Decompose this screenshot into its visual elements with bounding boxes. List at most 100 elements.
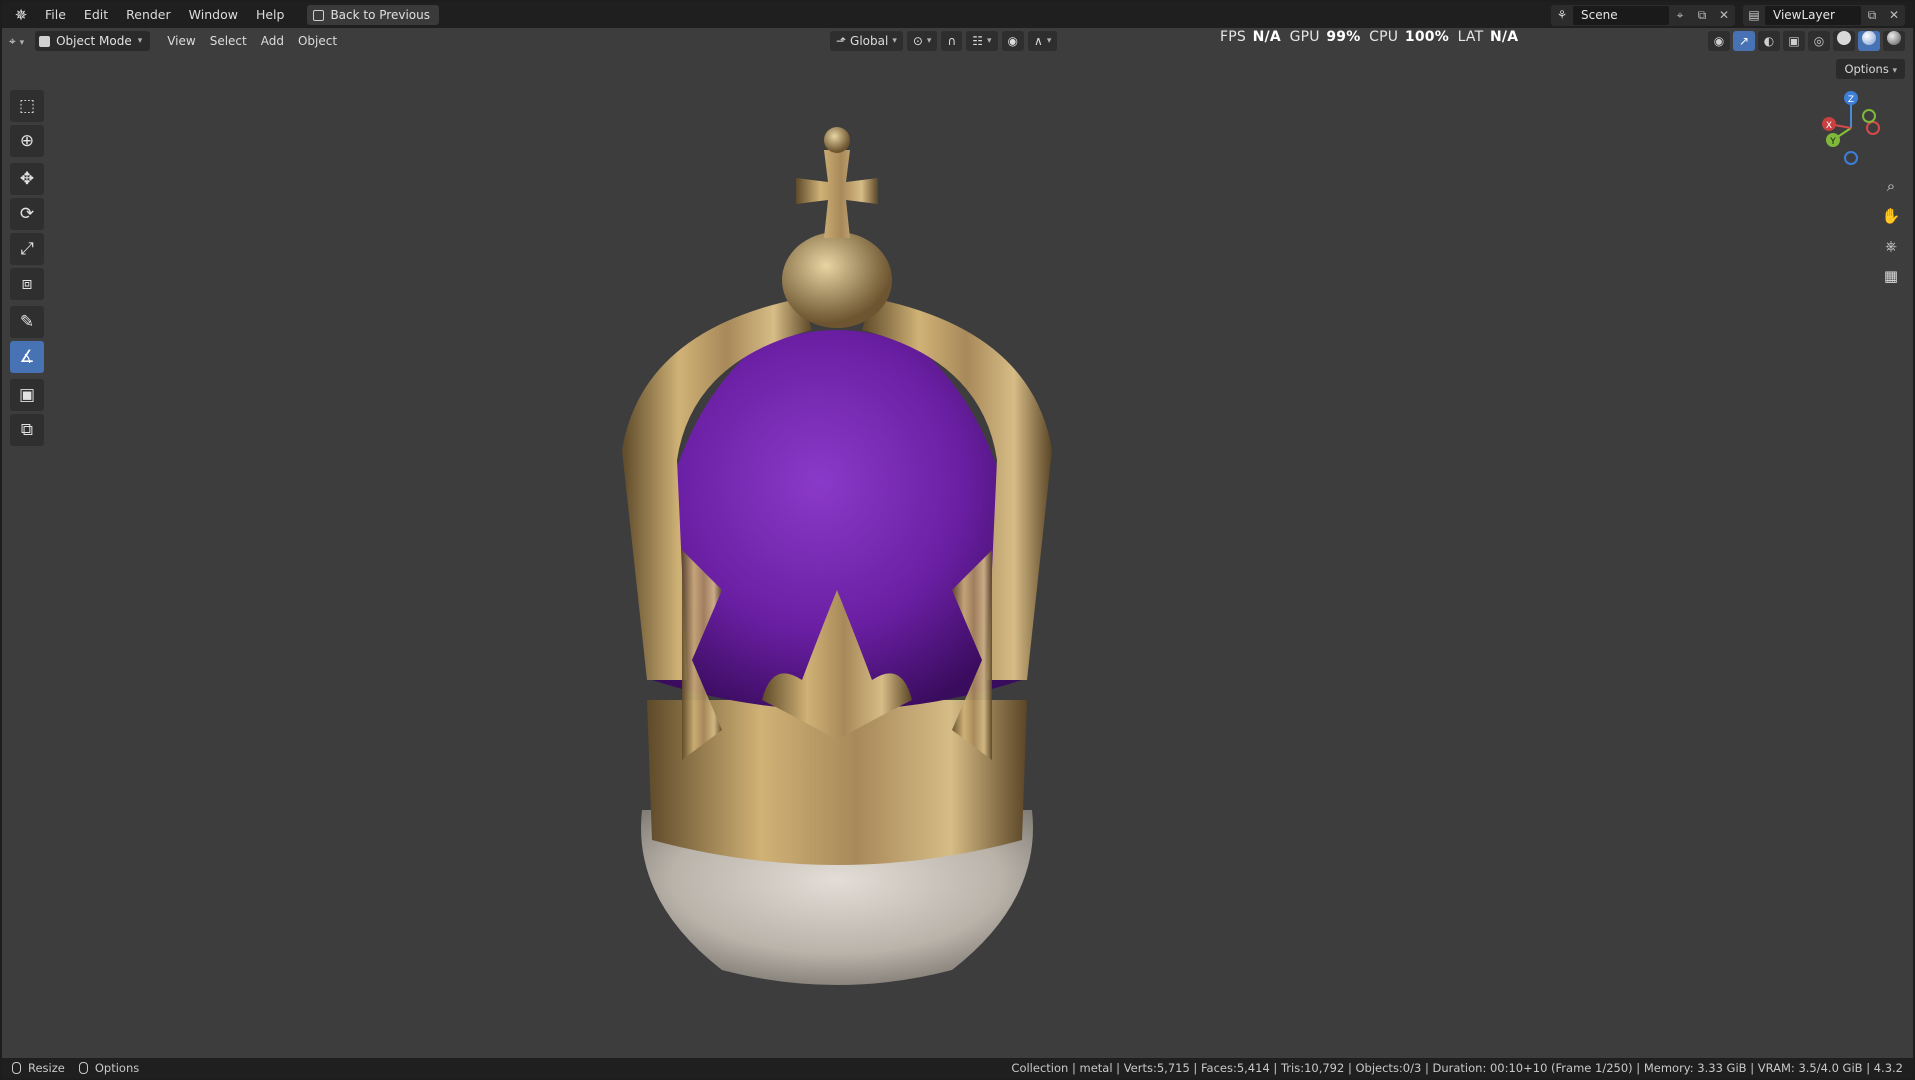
resize-hint: Resize (28, 1061, 65, 1075)
delete-view-layer-icon[interactable]: ✕ (1883, 8, 1905, 22)
crown-model (622, 127, 1052, 985)
zoom-button[interactable]: ⌕ (1879, 174, 1903, 198)
gpu-label: GPU (1289, 29, 1320, 45)
scale-tool[interactable]: ⤢ (10, 233, 44, 265)
rotate-tool[interactable]: ⟳ (10, 198, 44, 230)
neg-y-handle[interactable] (1862, 109, 1876, 123)
scale-icon: ⤢ (20, 239, 34, 259)
rendered-icon (1887, 31, 1901, 45)
scene-selector[interactable]: ⚘ Scene ⌖ ⧉ ✕ (1551, 4, 1735, 26)
view-layer-icon: ▤ (1748, 8, 1760, 22)
neg-z-handle[interactable] (1844, 151, 1858, 165)
proportional-icon: ◉ (1007, 34, 1019, 48)
view-layer-name-field[interactable]: ViewLayer (1765, 5, 1861, 25)
scene-statistics: Collection | metal | Verts:5,715 | Faces… (1011, 1061, 1903, 1075)
camera-view-button[interactable]: ⎈ (1879, 234, 1903, 258)
object-mode-icon (39, 35, 51, 47)
menu-select[interactable]: Select (203, 31, 254, 51)
fps-label: FPS (1220, 29, 1246, 45)
orientation-label: Global (850, 34, 889, 48)
cursor-icon: ⊕ (19, 131, 35, 151)
snap-toggle[interactable]: ∩ (941, 31, 963, 51)
pin-icon[interactable]: ⌖ (1669, 8, 1691, 23)
pivot-icon: ⊙ (912, 34, 923, 48)
pan-button[interactable]: ✋ (1879, 204, 1903, 228)
transform-icon: ⧈ (21, 274, 33, 294)
magnet-icon: ∩ (947, 34, 957, 48)
transform-controls: ⬏ Global ▾ ⊙ ▾ ∩ ☷ ▾ ◉ ∧ ▾ (830, 31, 1058, 51)
blender-logo-icon[interactable]: ✵ (12, 6, 30, 24)
back-to-previous-button[interactable]: Back to Previous (307, 5, 439, 25)
measure-tool[interactable]: ∡ (10, 341, 44, 373)
view-layer-selector[interactable]: ▤ ViewLayer ⧉ ✕ (1743, 4, 1905, 26)
falloff-icon: ∧ (1034, 34, 1043, 48)
menu-edit[interactable]: Edit (75, 4, 117, 26)
object-mode-label: Object Mode (56, 34, 132, 48)
grid-icon: ▦ (1883, 267, 1899, 285)
proportional-edit-toggle[interactable]: ◉ (1001, 31, 1025, 51)
lat-value: N/A (1490, 29, 1519, 45)
options-label: Options (1844, 62, 1889, 76)
menu-render[interactable]: Render (117, 4, 180, 26)
move-tool[interactable]: ✥ (10, 163, 44, 195)
shading-wireframe[interactable]: ◎ (1808, 31, 1830, 51)
options-hint: Options (94, 1061, 140, 1075)
delete-scene-icon[interactable]: ✕ (1713, 8, 1735, 22)
overlays-toggle[interactable]: ◐ (1758, 31, 1780, 51)
menu-window[interactable]: Window (180, 4, 247, 26)
scene-icon: ⚘ (1556, 8, 1568, 22)
chevron-down-icon: ▾ (1046, 36, 1052, 46)
extrude-tool[interactable]: ⧉ (10, 414, 44, 446)
top-right-controls: ⚘ Scene ⌖ ⧉ ✕ ▤ ViewLayer ⧉ ✕ (1551, 4, 1913, 26)
gizmo-toggle[interactable]: ↗ (1733, 31, 1755, 51)
camera-icon: ⎈ (1884, 237, 1897, 255)
snap-icon: ☷ (972, 34, 983, 48)
rotate-icon: ⟳ (19, 204, 35, 224)
shading-solid[interactable] (1833, 31, 1855, 51)
select-box-icon: ⬚ (18, 96, 36, 116)
menu-help[interactable]: Help (247, 4, 294, 26)
top-ball (824, 127, 850, 153)
object-mode-dropdown[interactable]: Object Mode ▾ (35, 31, 151, 51)
editor-type-button[interactable]: ⌖ ▾ (2, 31, 31, 51)
mouse-left-icon (12, 1062, 21, 1074)
select-box-tool[interactable]: ⬚ (10, 90, 44, 122)
shading-material[interactable] (1858, 31, 1880, 51)
chevron-down-icon: ▾ (137, 36, 143, 46)
fps-value: N/A (1252, 29, 1281, 45)
new-view-layer-icon[interactable]: ⧉ (1861, 8, 1883, 23)
add-cube-icon: ▣ (18, 385, 36, 405)
gizmo-icon: ↗ (1738, 34, 1750, 48)
ortho-toggle-button[interactable]: ▦ (1879, 264, 1903, 288)
annotate-tool[interactable]: ✎ (10, 306, 44, 338)
falloff-dropdown[interactable]: ∧ ▾ (1028, 31, 1058, 51)
status-bar: Resize Options Collection | metal | Vert… (2, 1058, 1913, 1078)
options-dropdown[interactable]: Options ▾ (1836, 59, 1905, 79)
orientation-dropdown[interactable]: ⬏ Global ▾ (830, 31, 903, 51)
move-icon: ✥ (19, 169, 35, 189)
menu-file[interactable]: File (36, 4, 75, 26)
annotate-icon: ✎ (19, 312, 35, 332)
y-axis-label: Y (1829, 137, 1836, 147)
viewport-header: ⌖ ▾ Object Mode ▾ View Select Add Object… (2, 28, 1913, 54)
transform-tool[interactable]: ⧈ (10, 268, 44, 300)
shading-rendered[interactable] (1883, 31, 1905, 51)
material-icon (1862, 31, 1876, 45)
top-cross (796, 150, 878, 238)
pivot-dropdown[interactable]: ⊙ ▾ (906, 31, 938, 51)
menu-view[interactable]: View (160, 31, 202, 51)
cursor-tool[interactable]: ⊕ (10, 125, 44, 157)
blender-window: ✵ File Edit Render Window Help Back to P… (2, 2, 1913, 1078)
new-scene-icon[interactable]: ⧉ (1691, 8, 1713, 23)
add-cube-tool[interactable]: ▣ (10, 379, 44, 411)
navigation-gizmo[interactable]: Z Y X (1811, 88, 1901, 178)
neg-x-handle[interactable] (1866, 121, 1880, 135)
xray-toggle[interactable]: ▣ (1783, 31, 1805, 51)
snap-target-dropdown[interactable]: ☷ ▾ (966, 31, 998, 51)
orientation-icon: ⬏ (836, 34, 847, 48)
menu-object[interactable]: Object (291, 31, 344, 51)
menu-add[interactable]: Add (254, 31, 291, 51)
visibility-dropdown[interactable]: ◉ (1708, 31, 1730, 51)
cpu-value: 100% (1404, 29, 1449, 45)
scene-name-field[interactable]: Scene (1573, 5, 1669, 25)
